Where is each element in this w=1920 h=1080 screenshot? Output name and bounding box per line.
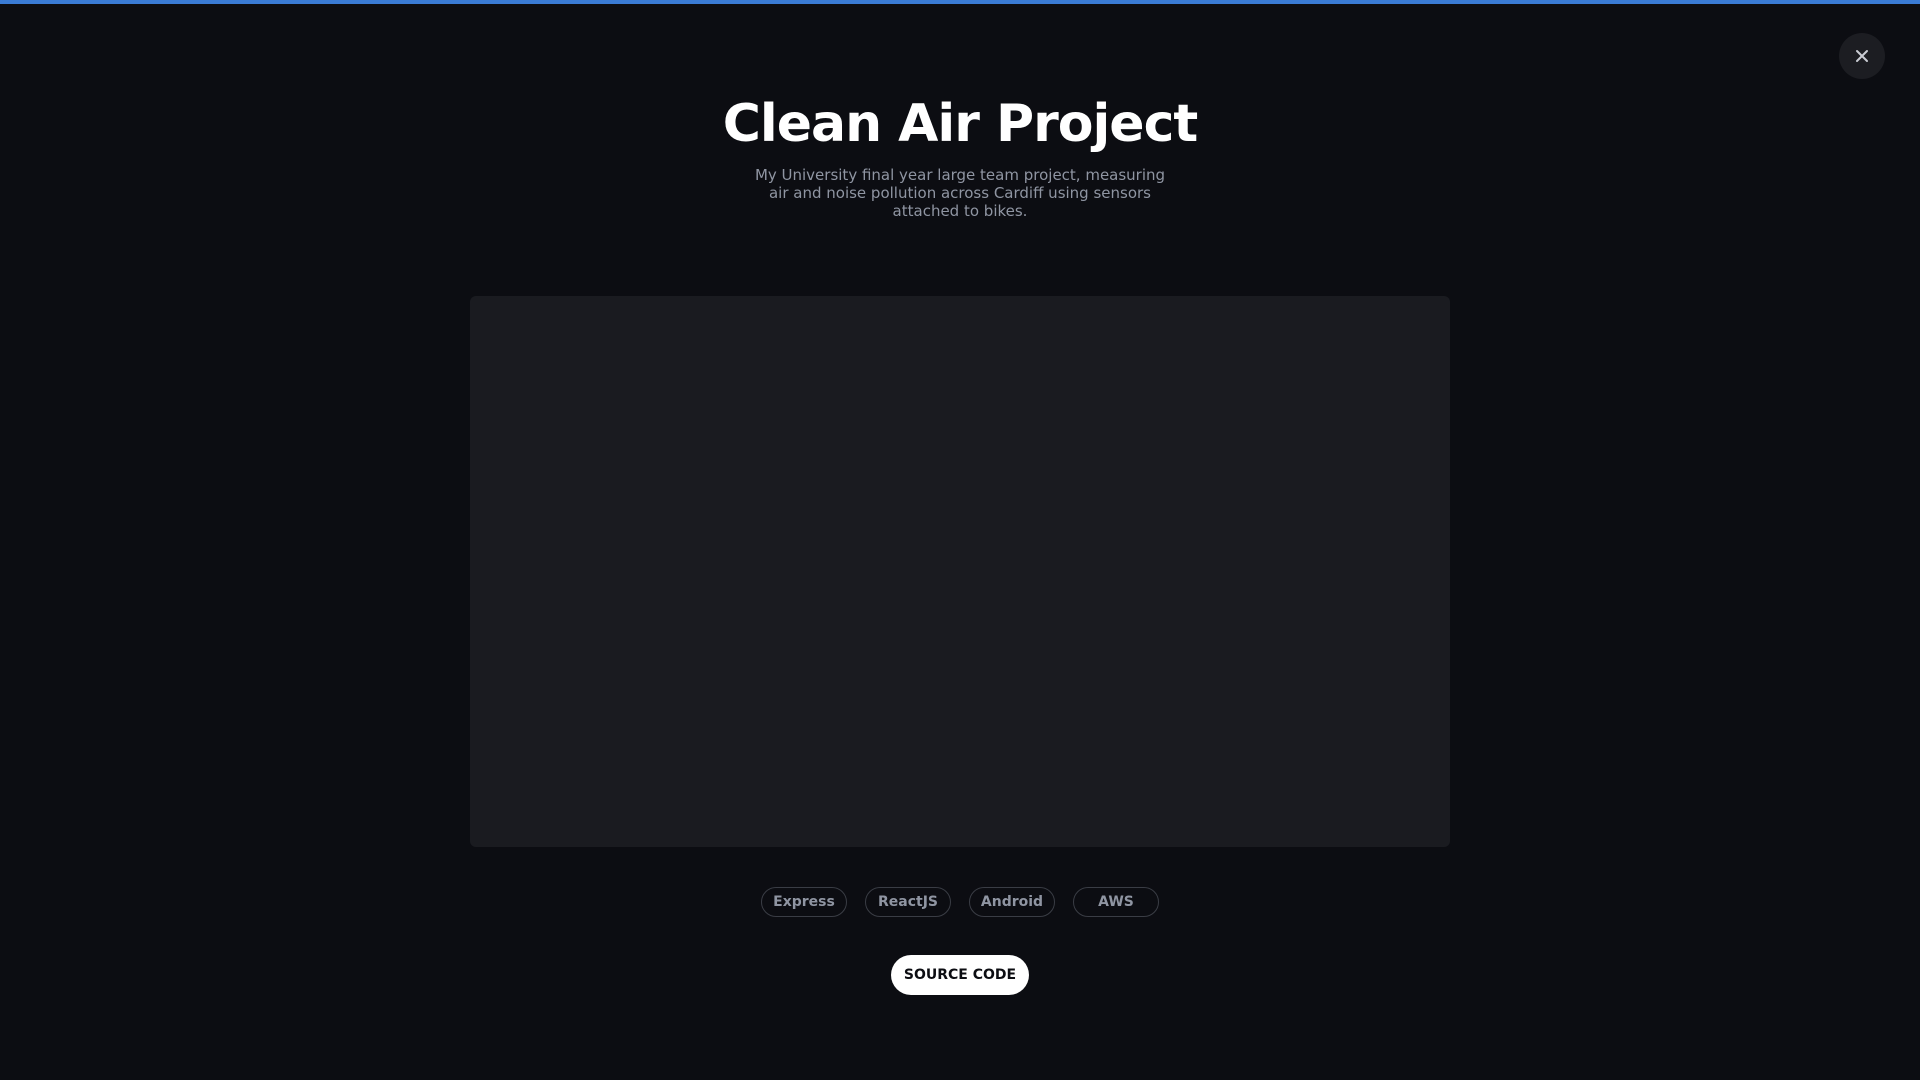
project-media-placeholder — [470, 296, 1450, 847]
tech-tag: Express — [761, 887, 847, 917]
tech-tag: AWS — [1073, 887, 1159, 917]
project-header: Clean Air Project My University final ye… — [0, 92, 1920, 220]
source-code-button[interactable]: SOURCE CODE — [891, 955, 1029, 995]
tech-tag-list: Express ReactJS Android AWS — [0, 887, 1920, 917]
close-button[interactable] — [1839, 33, 1885, 79]
tech-tag: Android — [969, 887, 1055, 917]
project-title: Clean Air Project — [722, 94, 1199, 154]
project-modal: Clean Air Project My University final ye… — [0, 0, 1920, 1080]
project-description: My University final year large team proj… — [754, 166, 1166, 220]
close-icon — [1855, 49, 1869, 63]
top-accent-bar — [0, 0, 1920, 4]
tech-tag: ReactJS — [865, 887, 951, 917]
